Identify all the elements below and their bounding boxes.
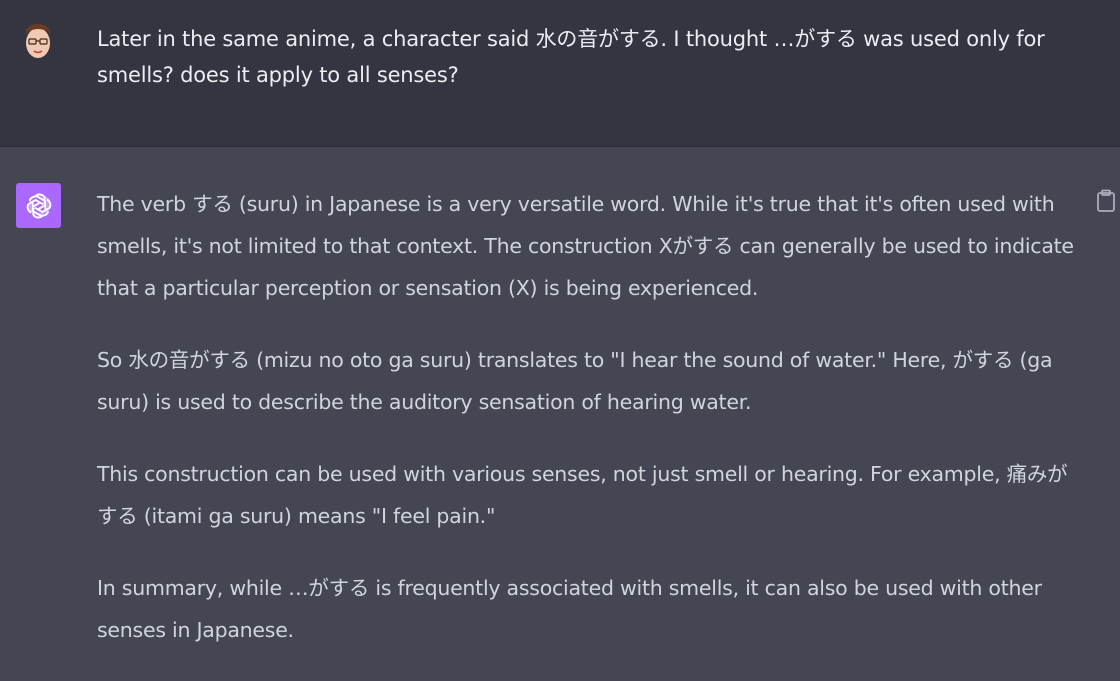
answer-paragraph-2: So 水の音がする (mizu no oto ga suru) translat… [97, 348, 1053, 414]
user-message-text: Later in the same anime, a character sai… [97, 27, 1045, 87]
answer-paragraph-4: In summary, while …がする is frequently ass… [97, 576, 1042, 642]
user-message-row: Later in the same anime, a character sai… [0, 0, 1120, 147]
clipboard-icon[interactable] [1096, 189, 1116, 213]
assistant-message-text: The verb する (suru) in Japanese is a very… [97, 183, 1082, 681]
answer-paragraph-1: The verb する (suru) in Japanese is a very… [97, 192, 1074, 300]
user-avatar-icon [16, 18, 60, 62]
answer-paragraph-3: This construction can be used with vario… [97, 462, 1068, 528]
assistant-message-row: The verb する (suru) in Japanese is a very… [0, 147, 1120, 677]
openai-logo-icon [16, 183, 61, 228]
